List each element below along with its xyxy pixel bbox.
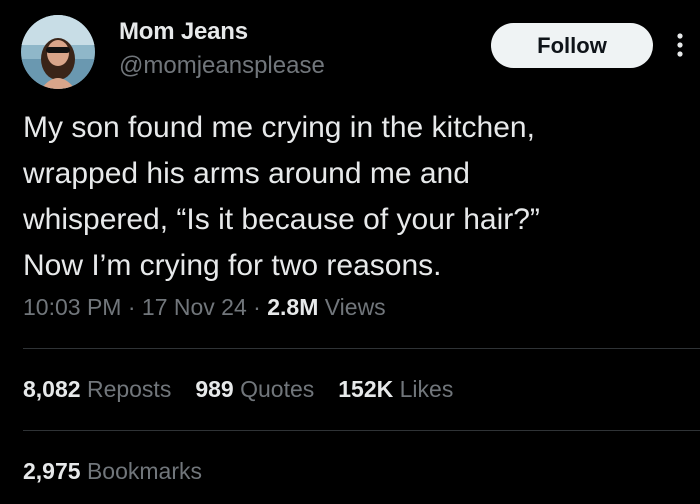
more-vertical-icon[interactable] (673, 30, 687, 60)
tweet-line: whispered, “Is it because of your hair?” (23, 203, 540, 236)
divider (23, 430, 700, 431)
quotes-label: Quotes (233, 376, 315, 402)
author-handle[interactable]: @momjeansplease (119, 52, 325, 80)
avatar[interactable] (21, 15, 95, 89)
tweet-line: Now I’m crying for two reasons. (23, 249, 442, 282)
likes-stat[interactable]: 152K Likes (338, 376, 453, 402)
bookmarks-count: 2,975 (23, 458, 81, 484)
bookmarks-label: Bookmarks (80, 458, 202, 484)
engagement-stats: 8,082 Reposts 989 Quotes 152K Likes (23, 376, 477, 403)
avatar-photo (21, 15, 95, 89)
reposts-stat[interactable]: 8,082 Reposts (23, 376, 171, 402)
tweet-line: My son found me crying in the kitchen, (23, 111, 535, 144)
likes-count: 152K (338, 376, 394, 402)
quotes-count: 989 (195, 376, 234, 402)
quotes-stat[interactable]: 989 Quotes (195, 376, 314, 402)
follow-button[interactable]: Follow (491, 23, 653, 68)
divider (23, 348, 700, 349)
meta-separator: · (121, 294, 142, 320)
likes-label: Likes (393, 376, 454, 402)
meta-separator: · (246, 294, 268, 320)
reposts-label: Reposts (80, 376, 172, 402)
tweet-time[interactable]: 10:03 PM (23, 294, 121, 320)
author-display-name[interactable]: Mom Jeans (119, 18, 248, 46)
reposts-count: 8,082 (23, 376, 81, 402)
tweet-line: wrapped his arms around me and (23, 157, 470, 190)
tweet-meta: 10:03 PM · 17 Nov 24 · 2.8M Views (23, 294, 386, 321)
bookmarks-stat[interactable]: 2,975 Bookmarks (23, 458, 202, 485)
tweet-text: My son found me crying in the kitchen, w… (23, 105, 673, 289)
tweet-date[interactable]: 17 Nov 24 (142, 294, 247, 320)
views-count: 2.8M (267, 294, 319, 320)
views-label: Views (318, 294, 386, 320)
